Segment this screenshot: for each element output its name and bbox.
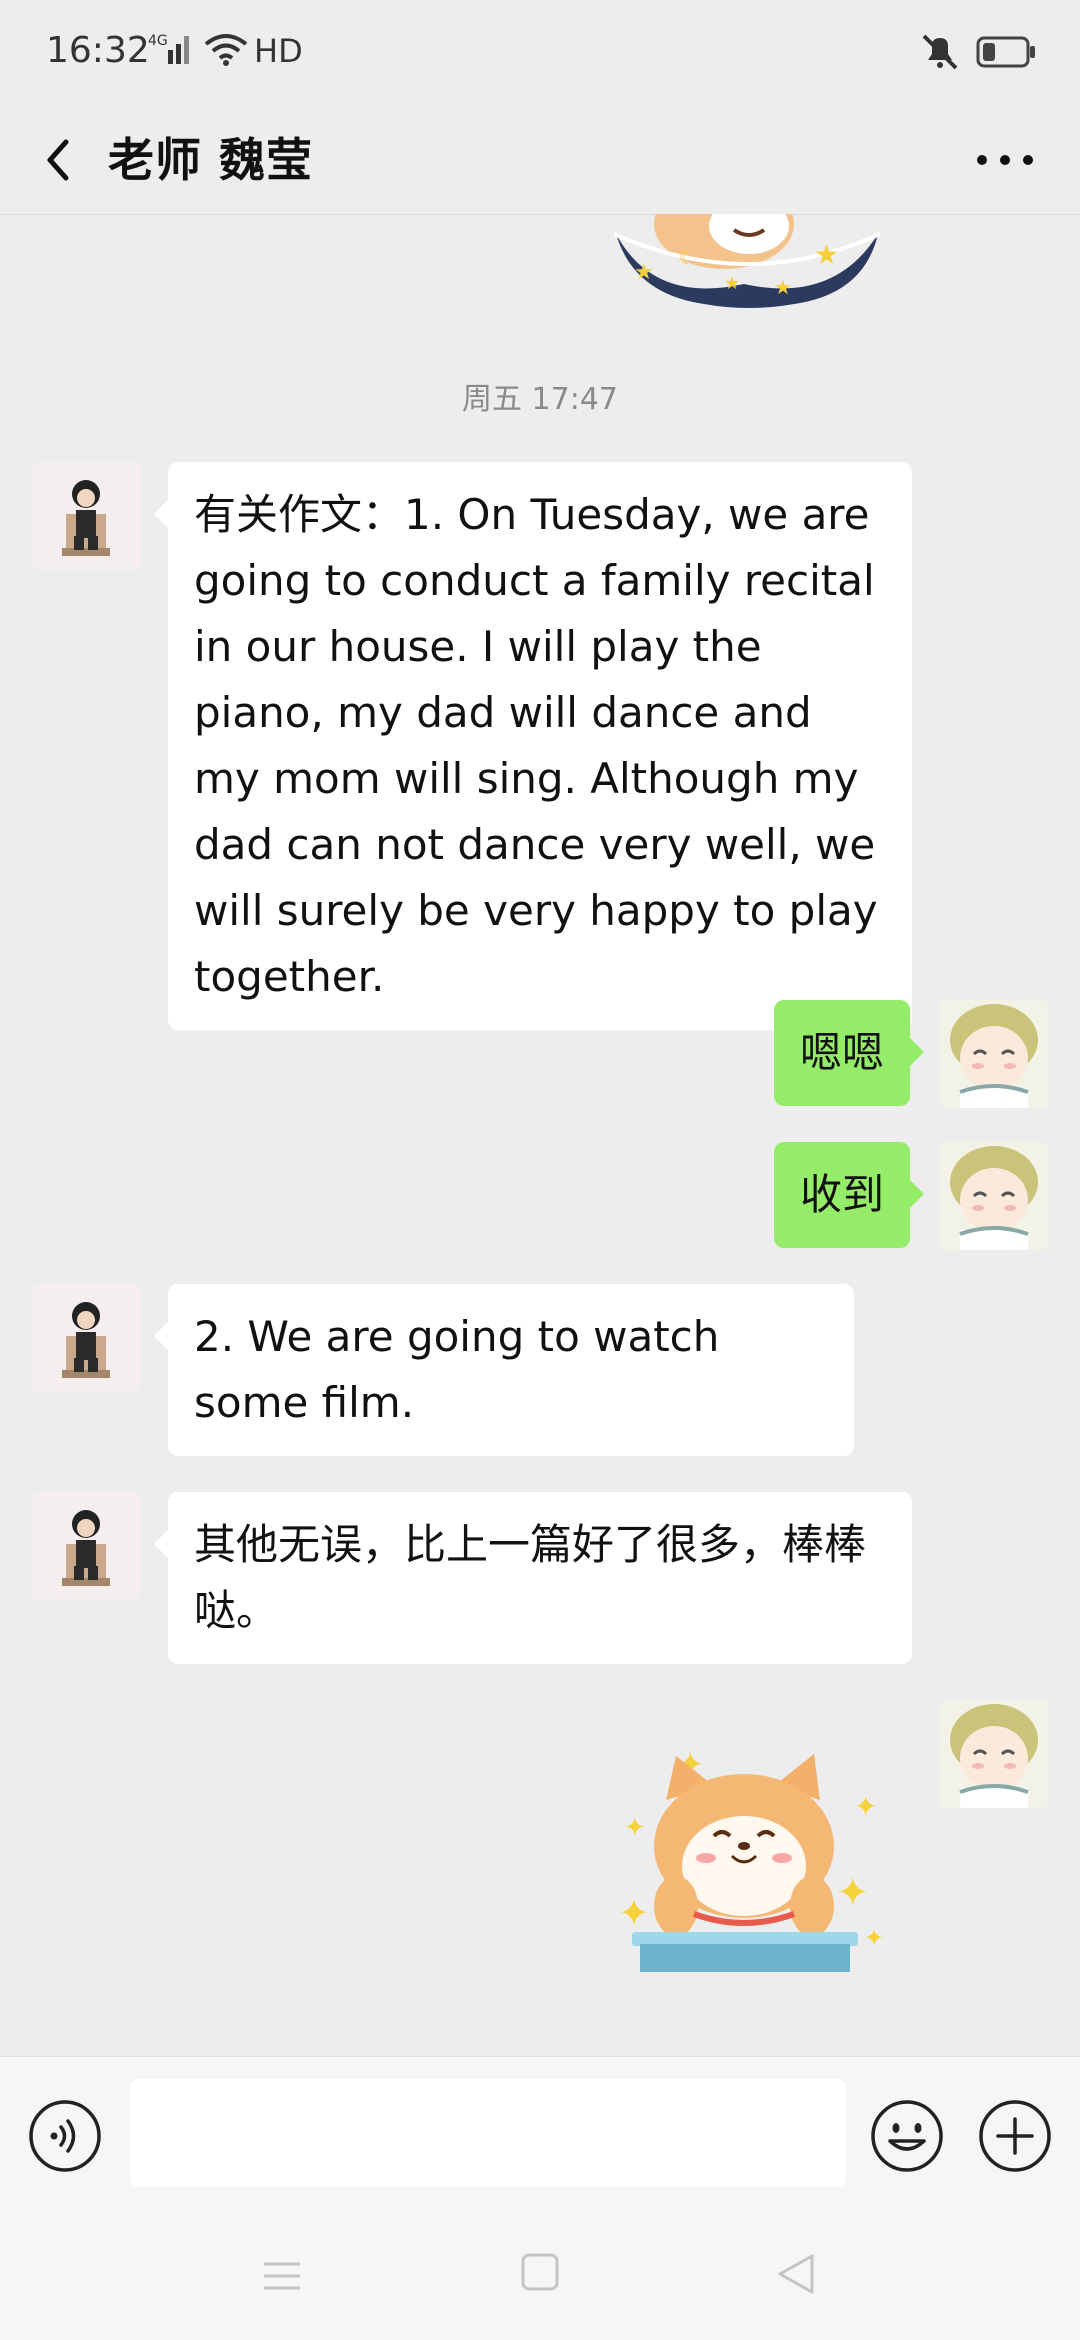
message-text: 嗯嗯 bbox=[799, 1028, 884, 1077]
svg-text:✦: ✦ bbox=[836, 1870, 870, 1916]
teacher-avatar[interactable] bbox=[32, 1492, 140, 1600]
message-input[interactable] bbox=[130, 2079, 846, 2187]
svg-text:✦: ✦ bbox=[618, 1891, 650, 1935]
wifi-icon bbox=[204, 32, 248, 72]
system-nav-bar bbox=[0, 2208, 1080, 2340]
svg-text:★: ★ bbox=[814, 238, 839, 271]
message-bubble-teacher[interactable]: 2. We are going to watch some film. bbox=[154, 1284, 854, 1456]
svg-text:★: ★ bbox=[724, 273, 740, 294]
signal-icon: 4G bbox=[148, 30, 196, 76]
hd-label: HD bbox=[254, 32, 303, 70]
message-bubble-teacher[interactable]: 有关作文：1. On Tuesday, we are going to cond… bbox=[154, 462, 912, 1030]
battery-icon bbox=[976, 36, 1036, 72]
message-timestamp: 周五 17:47 bbox=[462, 382, 618, 417]
message-bubble-teacher[interactable]: 其他无误，比上一篇好了很多，棒棒哒。 bbox=[154, 1492, 912, 1664]
status-bar: 16:32 4G HD bbox=[0, 0, 1080, 106]
back-nav-icon[interactable] bbox=[776, 2252, 816, 2300]
emoji-icon[interactable] bbox=[870, 2099, 944, 2173]
message-text: 收到 bbox=[799, 1170, 884, 1219]
menu-icon[interactable] bbox=[262, 2256, 302, 2300]
svg-text:✦: ✦ bbox=[624, 1813, 646, 1843]
my-avatar[interactable] bbox=[940, 1142, 1048, 1250]
my-avatar[interactable] bbox=[940, 1700, 1048, 1808]
my-avatar[interactable] bbox=[940, 1000, 1048, 1108]
svg-text:✦: ✦ bbox=[864, 1924, 884, 1952]
chat-header: 老师 魏莹 bbox=[0, 106, 1080, 215]
svg-text:☾: ☾ bbox=[679, 248, 695, 269]
input-bar bbox=[0, 2056, 1080, 2209]
svg-text:★: ★ bbox=[634, 260, 654, 285]
status-time: 16:32 bbox=[46, 30, 150, 71]
svg-text:★: ★ bbox=[774, 275, 792, 299]
mute-icon bbox=[918, 30, 962, 78]
svg-text:✦: ✦ bbox=[854, 1790, 877, 1823]
network-label: 4G bbox=[148, 33, 168, 49]
message-bubble-mine[interactable]: 收到 bbox=[774, 1142, 924, 1248]
teacher-avatar[interactable] bbox=[32, 462, 140, 570]
shiba-dog-sticker[interactable]: ✦ ✦ ✦ ✦ ✦ ✦ bbox=[614, 1736, 884, 1986]
voice-icon[interactable] bbox=[28, 2099, 102, 2173]
plus-icon[interactable] bbox=[978, 2099, 1052, 2173]
back-icon[interactable] bbox=[30, 126, 90, 192]
message-text: 2. We are going to watch some film. bbox=[194, 1312, 720, 1427]
sticker-partial[interactable]: ★ ☾ ★ ★ ★ bbox=[613, 214, 884, 314]
message-bubble-mine[interactable]: 嗯嗯 bbox=[774, 1000, 924, 1106]
more-icon[interactable] bbox=[970, 130, 1040, 190]
chat-title: 老师 魏莹 bbox=[108, 133, 314, 187]
home-icon[interactable] bbox=[520, 2252, 560, 2296]
message-list[interactable]: ★ ☾ ★ ★ ★ 周五 17:47 有关作文：1. On Tuesday, w… bbox=[0, 214, 1080, 2056]
message-text: 有关作文：1. On Tuesday, we are going to cond… bbox=[194, 490, 878, 1001]
message-text: 其他无误，比上一篇好了很多，棒棒哒。 bbox=[194, 1520, 867, 1635]
teacher-avatar[interactable] bbox=[32, 1284, 140, 1392]
